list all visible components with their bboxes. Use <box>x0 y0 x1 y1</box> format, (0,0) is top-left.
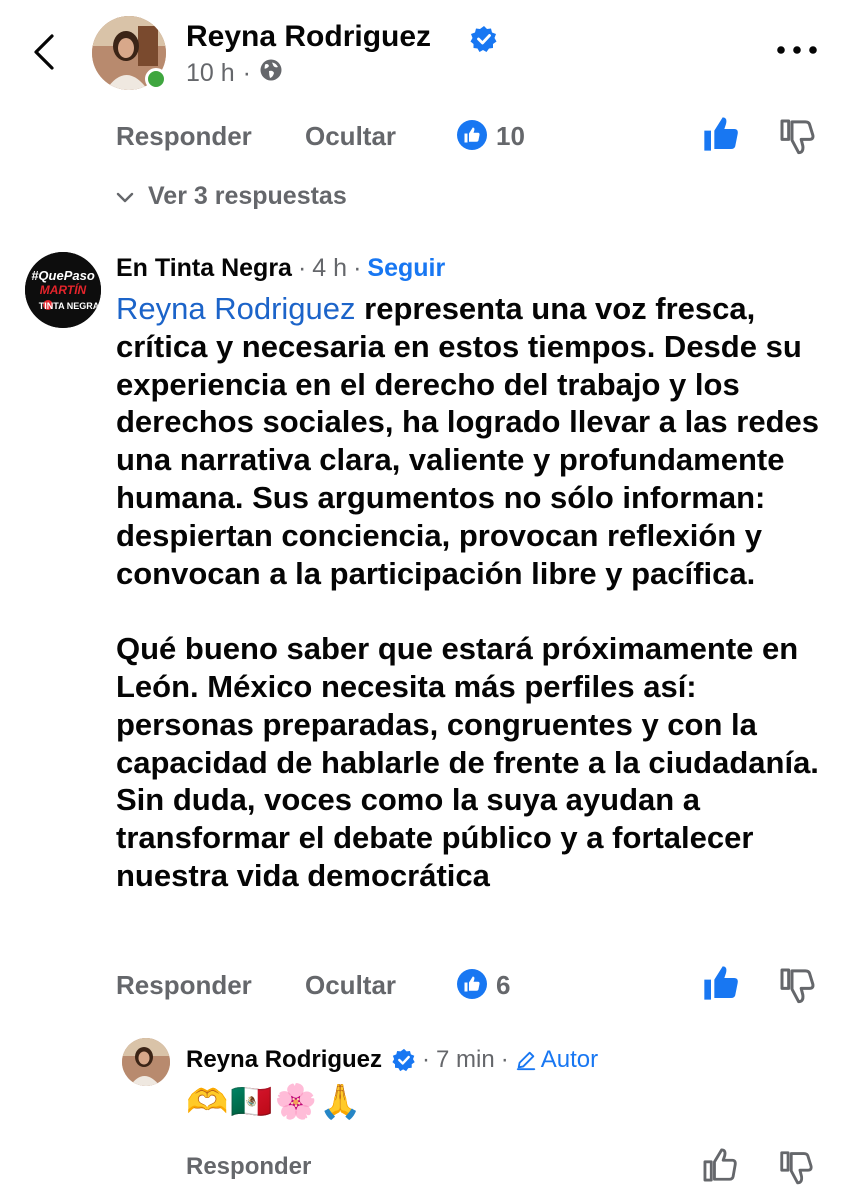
thumbs-up-filled-icon[interactable] <box>701 114 741 154</box>
hide-button[interactable]: Ocultar <box>305 121 396 152</box>
follow-button[interactable]: Seguir <box>367 254 445 283</box>
globe-icon <box>259 58 283 89</box>
post-meta: 10 h · <box>186 58 283 89</box>
thumbs-down-icon[interactable] <box>777 1148 817 1188</box>
comment-paragraph-1: Reyna Rodriguez representa una voz fresc… <box>116 290 831 592</box>
like-count: 10 <box>496 121 525 151</box>
reply-button[interactable]: Responder <box>116 970 252 1001</box>
reply-button[interactable]: Responder <box>116 121 252 152</box>
avatar-name: MARTÍN <box>40 282 87 297</box>
reply-author[interactable]: Reyna Rodriguez <box>186 1046 382 1074</box>
pencil-icon <box>515 1049 537 1071</box>
more-horizontal-icon[interactable] <box>774 40 820 60</box>
thumbs-up-icon[interactable] <box>701 1146 741 1186</box>
profile-name[interactable]: Reyna Rodriguez <box>186 20 431 54</box>
avatar-hashtag: #QuePaso <box>31 268 95 283</box>
post-time[interactable]: 10 h <box>186 59 235 88</box>
reply-avatar[interactable] <box>122 1038 170 1086</box>
chevron-left-icon[interactable] <box>26 32 66 72</box>
online-status-dot <box>145 68 167 90</box>
meta-separator: · <box>422 1046 431 1073</box>
comment-paragraph-1-text: representa una voz fresca, crítica y nec… <box>116 291 820 591</box>
thumbs-up-filled-icon[interactable] <box>701 963 741 1003</box>
comment-text: Reyna Rodriguez representa una voz fresc… <box>116 290 831 895</box>
like-count: 6 <box>496 970 511 1000</box>
verified-badge-icon <box>392 1048 416 1072</box>
reply-button[interactable]: Responder <box>186 1153 311 1181</box>
like-reaction-icon[interactable] <box>457 969 487 999</box>
avatar-brand: TINTA NEGRA <box>39 301 100 311</box>
reply-time[interactable]: 7 min <box>436 1046 495 1074</box>
meta-separator: · <box>242 59 251 87</box>
view-replies-button[interactable]: Ver 3 respuestas <box>116 182 347 211</box>
meta-separator: · <box>297 254 307 282</box>
meta-separator: · <box>353 254 362 282</box>
comment-paragraph-2: Qué bueno saber que estará próximamente … <box>116 631 819 893</box>
author-badge-label: Autor <box>540 1046 599 1073</box>
page-avatar[interactable]: #QuePaso MARTÍN TINTA NEGRA <box>25 252 101 328</box>
verified-badge-icon <box>470 25 498 53</box>
reply-header: Reyna Rodriguez · 7 min · Autor <box>186 1046 598 1074</box>
meta-separator: · <box>500 1046 509 1073</box>
comment-author[interactable]: En Tinta Negra <box>116 254 292 283</box>
comment-header: En Tinta Negra · 4 h · Seguir <box>116 254 445 283</box>
view-replies-label: Ver 3 respuestas <box>148 182 347 210</box>
mention-link[interactable]: Reyna Rodriguez <box>116 291 356 326</box>
thumbs-down-icon[interactable] <box>777 965 817 1005</box>
like-reaction-icon[interactable] <box>457 120 487 150</box>
reply-emojis: 🫶🇲🇽🌸🙏 <box>186 1083 364 1121</box>
hide-button[interactable]: Ocultar <box>305 970 396 1001</box>
chevron-down-icon <box>116 182 134 211</box>
comment-time[interactable]: 4 h <box>312 254 347 283</box>
post-header: Reyna Rodriguez 10 h · <box>0 0 843 116</box>
thumbs-down-icon[interactable] <box>777 116 817 156</box>
author-badge: Autor <box>515 1046 598 1074</box>
